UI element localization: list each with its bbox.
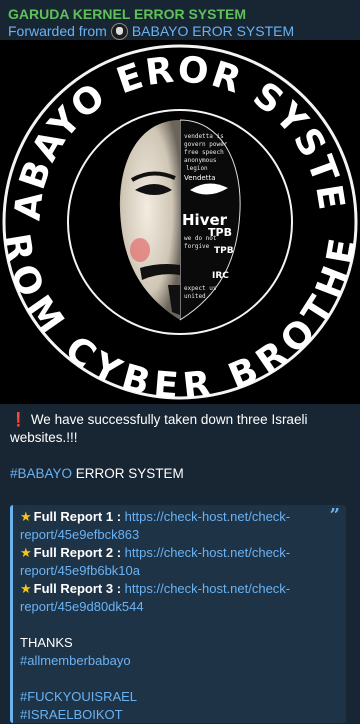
mask-word: TPB	[208, 226, 232, 239]
hashtag-link[interactable]: #FUCKYOUISRAEL	[20, 688, 324, 706]
report-item: ★ Full Report 3 : https://check-host.net/…	[20, 581, 291, 614]
message-text: ❗ We have successfully taken down three I…	[10, 411, 350, 483]
report-item: ★ Full Report 2 : https://check-host.net/…	[20, 545, 291, 578]
mask-word: IRC	[212, 271, 229, 281]
svg-text:legion: legion	[186, 165, 208, 172]
thanks-text: THANKS	[20, 635, 73, 650]
svg-text:united: united	[184, 293, 206, 300]
hashtag-link[interactable]: #allmemberbabayo	[20, 652, 324, 670]
message-header: GARUDA KERNEL ERROR SYSTEM Forwarded fro…	[0, 0, 360, 42]
forwarded-from[interactable]: Forwarded from BABAYO EROR SYSTEM	[8, 23, 352, 40]
svg-text:vendetta is: vendetta is	[184, 133, 224, 140]
mask-word: TPB	[214, 246, 234, 256]
source-avatar-icon	[110, 23, 128, 40]
report-item: ★ Full Report 1 : https://check-host.net/…	[20, 509, 291, 542]
svg-text:free speech: free speech	[184, 149, 224, 156]
exclamation-icon: ❗	[10, 412, 27, 427]
star-icon: ★	[20, 509, 32, 524]
quote-block: ” ★ Full Report 1 : https://check-host.ne…	[10, 505, 346, 723]
star-icon: ★	[20, 581, 32, 596]
message-hashtag-line: #BABAYO ERROR SYSTEM	[10, 466, 184, 481]
svg-text:govern power: govern power	[184, 141, 228, 148]
svg-text:anonymous: anonymous	[184, 157, 217, 164]
star-icon: ★	[20, 545, 32, 560]
mask-word: Vendetta	[184, 174, 216, 182]
hashtag-link[interactable]: #ISRAELBOIKOT	[20, 706, 324, 724]
channel-name[interactable]: GARUDA KERNEL ERROR SYSTEM	[8, 6, 352, 22]
hashtag-link[interactable]: #BABAYO	[10, 466, 72, 481]
message-line1: ❗ We have successfully taken down three I…	[10, 412, 308, 445]
message-bubble: GARUDA KERNEL ERROR SYSTEM Forwarded fro…	[0, 0, 360, 723]
quote-icon: ”	[329, 505, 340, 526]
svg-text:expect us: expect us	[184, 285, 217, 292]
post-image[interactable]: BABAYO EROR SYSTEM FROM CYBER BROTHER ve…	[0, 40, 360, 404]
forwarded-prefix: Forwarded from	[8, 23, 107, 39]
svg-text:forgive: forgive	[184, 243, 210, 250]
forwarded-source[interactable]: BABAYO EROR SYSTEM	[132, 23, 294, 40]
